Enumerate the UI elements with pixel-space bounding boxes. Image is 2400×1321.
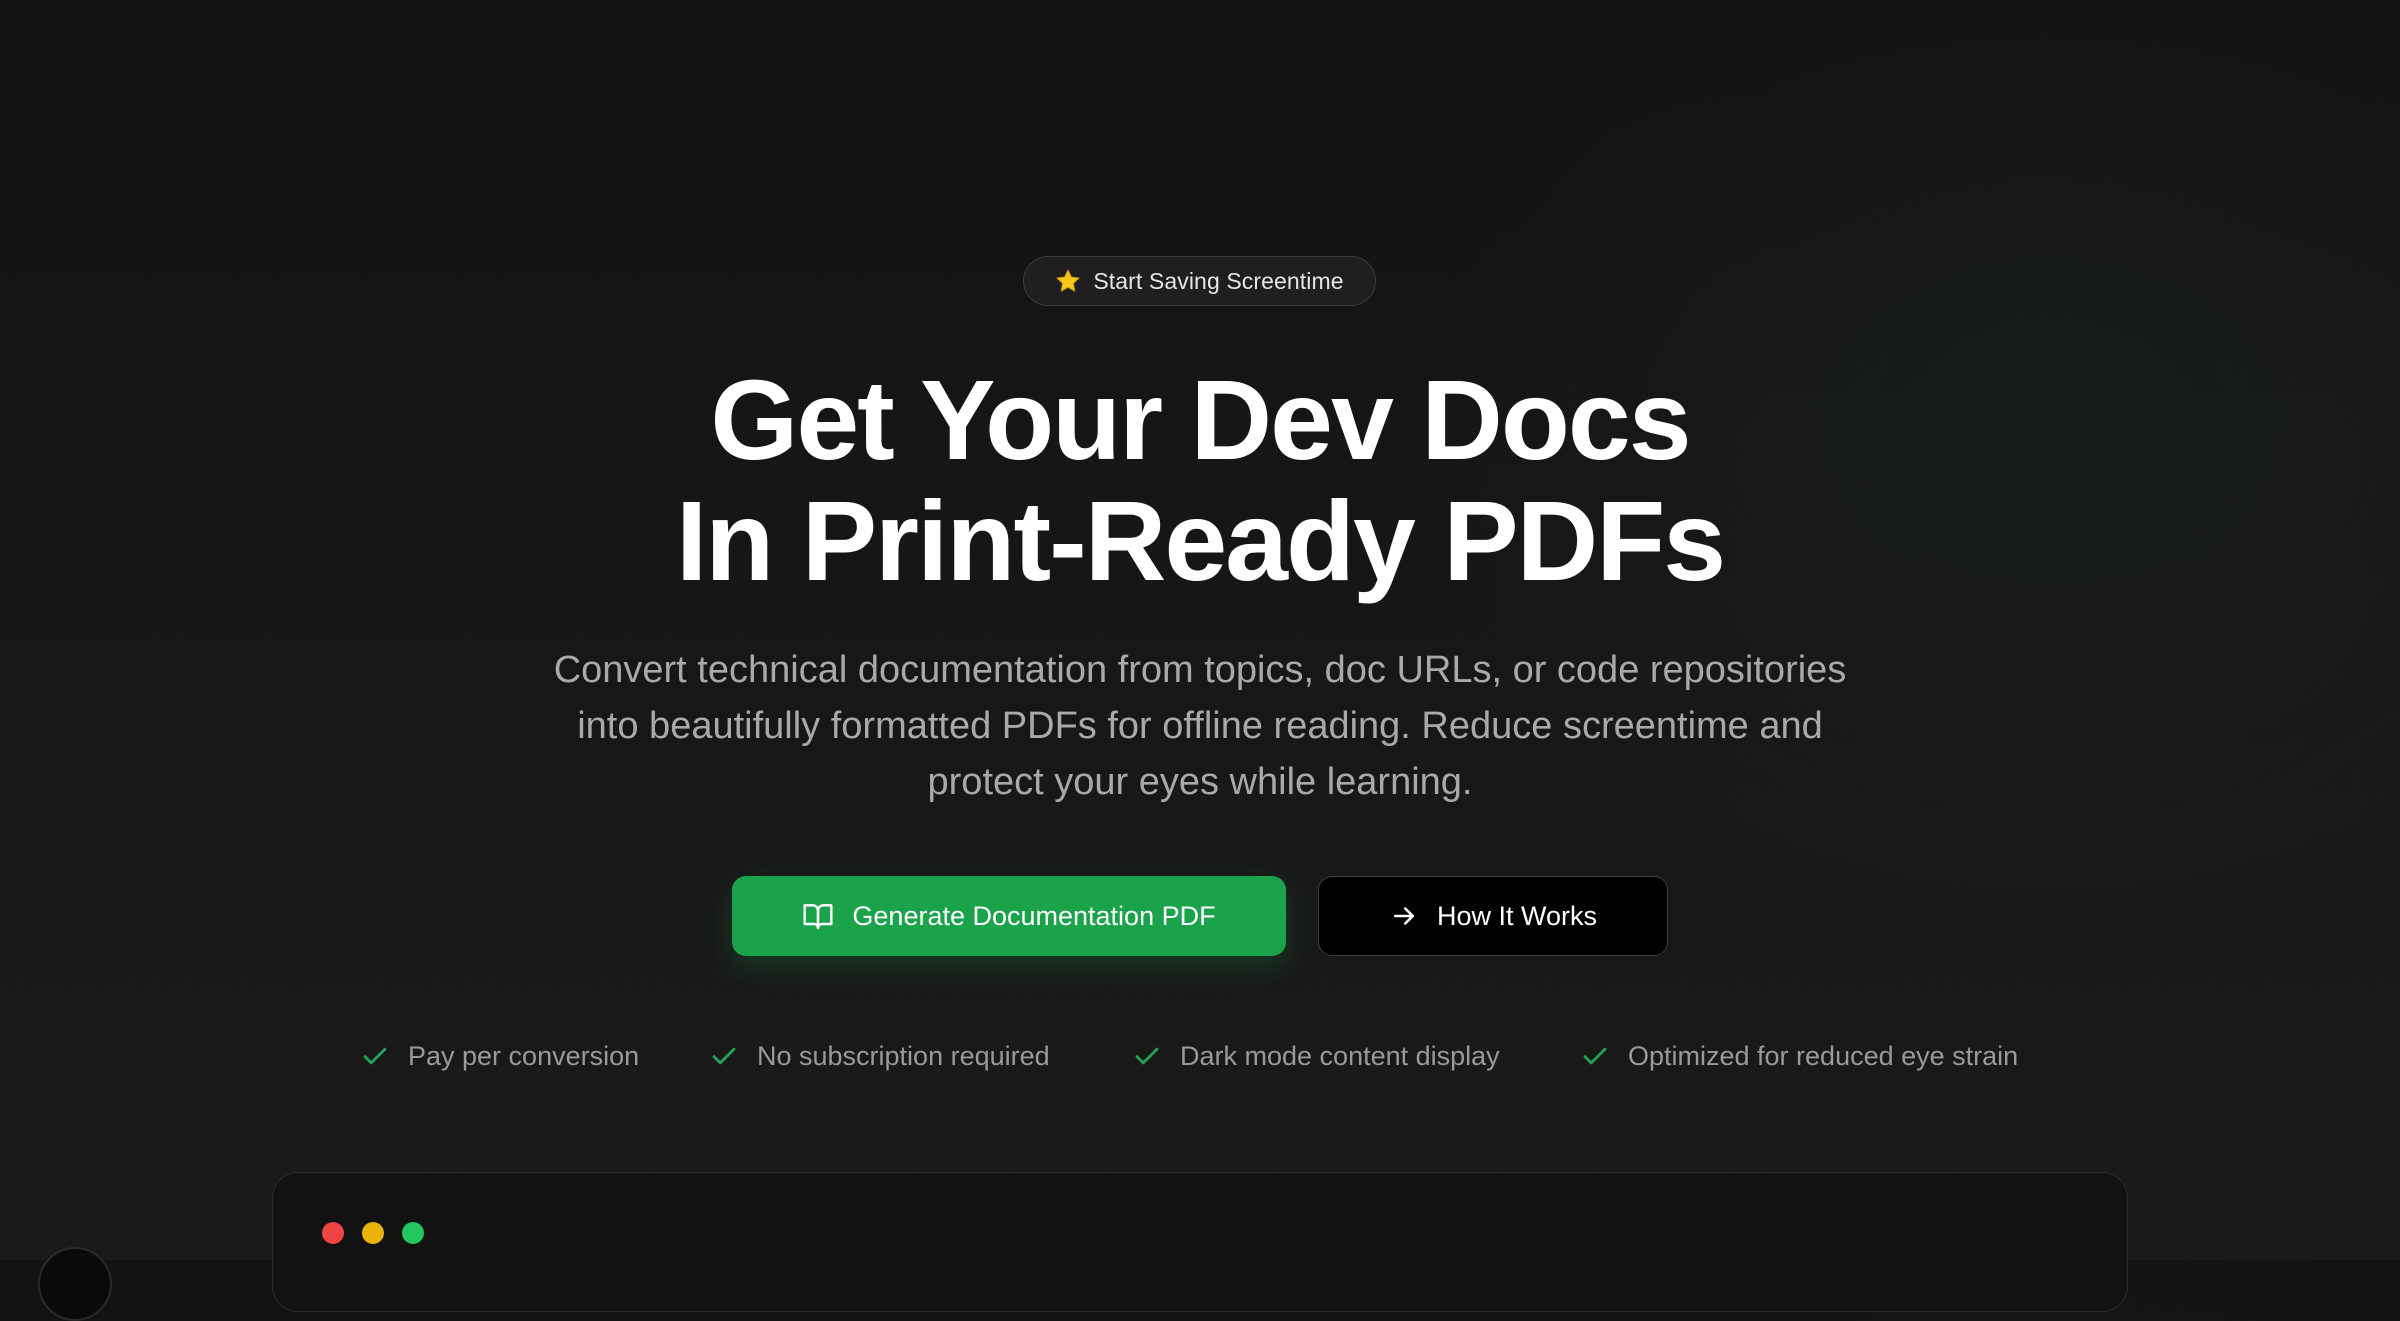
how-it-works-button[interactable]: How It Works	[1318, 876, 1668, 956]
star-icon	[1056, 269, 1080, 292]
feature-item: Optimized for reduced eye strain	[1580, 1036, 2018, 1076]
book-open-icon	[803, 904, 833, 930]
headline-line-1: Get Your Dev Docs	[710, 357, 1691, 483]
feature-item: No subscription required	[709, 1036, 1050, 1076]
feature-label: Pay per conversion	[408, 1040, 640, 1071]
feature-label: Dark mode content display	[1180, 1040, 1500, 1071]
hero-section: Start Saving Screentime Get Your Dev Doc…	[0, 0, 2400, 1321]
generate-pdf-label: Generate Documentation PDF	[852, 900, 1216, 931]
feature-list: Pay per conversion No subscription requi…	[0, 1036, 2400, 1076]
arrow-right-icon	[1393, 907, 1414, 925]
check-icon	[1135, 1047, 1159, 1065]
feature-item: Pay per conversion	[360, 1036, 639, 1076]
start-saving-badge: Start Saving Screentime	[1023, 256, 1376, 306]
window-minimize-dot	[362, 1222, 384, 1244]
feature-label: Optimized for reduced eye strain	[1628, 1040, 2019, 1071]
feature-label: No subscription required	[757, 1040, 1050, 1071]
generate-pdf-button[interactable]: Generate Documentation PDF	[732, 876, 1286, 956]
preview-window	[272, 1172, 2128, 1312]
hero-description: Convert technical documentation from top…	[553, 649, 1847, 803]
headline-line-2: In Print-Ready PDFs	[675, 478, 1726, 604]
badge-label: Start Saving Screentime	[1093, 267, 1344, 294]
window-maximize-dot	[402, 1222, 424, 1244]
how-it-works-label: How It Works	[1436, 900, 1598, 931]
check-icon	[1583, 1047, 1607, 1065]
window-close-dot	[322, 1222, 344, 1244]
check-icon	[712, 1047, 736, 1065]
check-icon	[363, 1047, 387, 1065]
feature-item: Dark mode content display	[1132, 1036, 1500, 1076]
page-title: Get Your Dev Docs In Print-Ready PDFs	[0, 360, 2400, 602]
floating-action-button[interactable]	[38, 1247, 112, 1321]
